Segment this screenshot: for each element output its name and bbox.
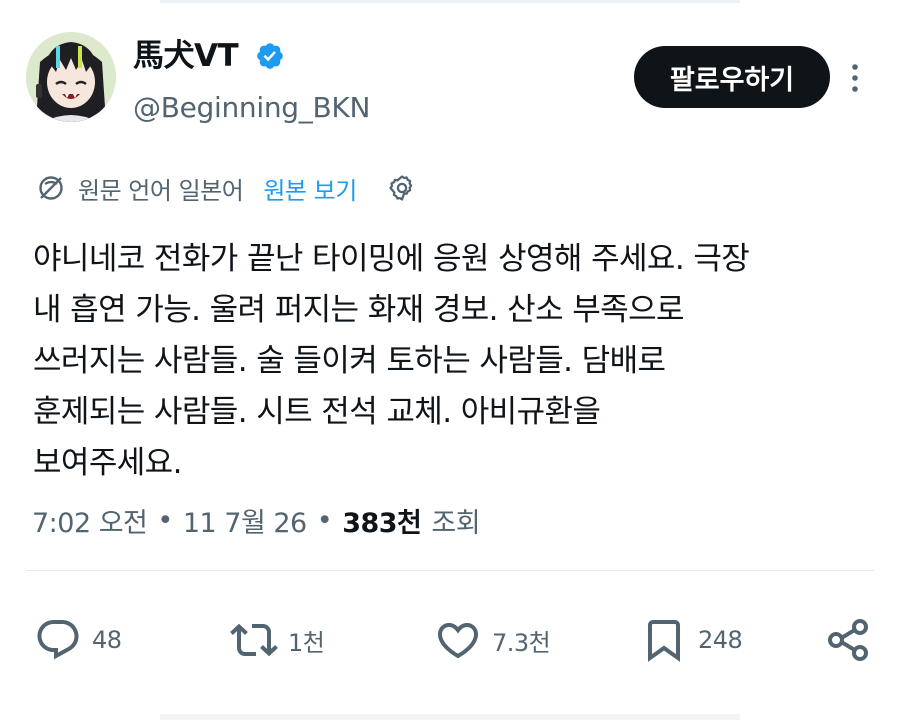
- tweet-time[interactable]: 7:02 오전: [32, 501, 148, 540]
- meta-separator: •: [316, 504, 333, 536]
- tweet-meta: 7:02 오전 • 11 7월 26 • 383천 조회: [32, 498, 481, 542]
- reply-icon: [37, 620, 79, 660]
- reply-button[interactable]: 48: [34, 612, 122, 668]
- heart-icon: [437, 623, 479, 659]
- display-name[interactable]: 馬犬VT: [133, 36, 239, 76]
- bookmark-icon: [648, 620, 680, 662]
- bookmark-button[interactable]: 248: [640, 612, 743, 668]
- show-original-link[interactable]: 원본 보기: [263, 171, 357, 206]
- more-options-button[interactable]: [840, 60, 870, 96]
- avatar[interactable]: [26, 32, 116, 122]
- translation-bar: 원문 언어 일본어 원본 보기: [36, 168, 417, 208]
- top-edge-divider: [160, 0, 740, 3]
- gear-icon[interactable]: [387, 173, 417, 203]
- views-label: 조회: [431, 507, 481, 539]
- retweet-icon: [230, 623, 278, 657]
- share-icon: [828, 619, 868, 661]
- share-button[interactable]: [824, 612, 872, 668]
- like-button[interactable]: 7.3천: [434, 612, 551, 668]
- bookmark-count: 248: [698, 626, 743, 654]
- follow-button[interactable]: 팔로우하기: [634, 46, 830, 108]
- translate-icon: [39, 176, 63, 200]
- translation-label: 원문 언어 일본어: [78, 176, 244, 205]
- action-divider: [26, 570, 874, 571]
- vtuber-avatar-icon: [26, 32, 116, 122]
- user-handle[interactable]: @Beginning_BKN: [133, 88, 370, 128]
- tweet-text: 야니네코 전화가 끝난 타이밍에 응원 상영해 주세요. 극장 내 흡연 가능.…: [33, 241, 750, 481]
- tweet-detail: 馬犬VT @Beginning_BKN 팔로우하기 원문 언어 일본어 원본 보…: [0, 0, 900, 720]
- retweet-count: 1천: [288, 628, 325, 657]
- views-count[interactable]: 383천: [342, 501, 422, 540]
- retweet-button[interactable]: 1천: [230, 612, 325, 668]
- verified-badge-icon: [257, 43, 283, 69]
- more-vertical-icon: [852, 64, 858, 92]
- like-count: 7.3천: [492, 628, 551, 657]
- bottom-edge-divider: [160, 714, 740, 720]
- tweet-date[interactable]: 11 7월 26: [183, 501, 307, 540]
- reply-count: 48: [92, 626, 122, 654]
- meta-separator: •: [157, 504, 173, 536]
